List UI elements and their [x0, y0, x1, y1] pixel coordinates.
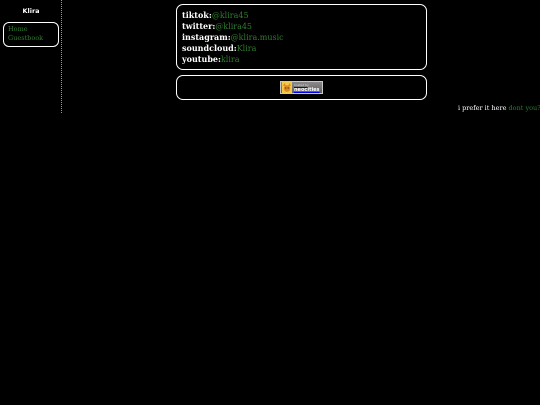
nav-menu: Home Guestbook	[3, 22, 59, 47]
footer-accent-text: dont you?	[508, 104, 540, 112]
social-label: instagram:	[182, 32, 231, 42]
social-row-tiktok: tiktok:@klira45	[182, 10, 426, 21]
social-link-tiktok[interactable]: @klira45	[212, 11, 249, 20]
social-label: soundcloud:	[182, 43, 237, 53]
social-row-instagram: instagram:@klira.music	[182, 32, 426, 43]
badge-panel: hosted by neocities	[176, 75, 427, 100]
social-label: youtube:	[182, 54, 221, 64]
site-title: Klira	[22, 7, 40, 15]
socials-panel: tiktok:@klira45 twitter:@klira45 instagr…	[176, 4, 427, 70]
social-label: twitter:	[182, 21, 216, 31]
badge-line2: neocities	[294, 86, 320, 93]
social-label: tiktok:	[182, 10, 212, 20]
social-link-soundcloud[interactable]: Klira	[237, 44, 257, 53]
sidebar: Klira Home Guestbook	[0, 0, 62, 113]
social-row-twitter: twitter:@klira45	[182, 21, 426, 32]
neocities-cat-icon	[282, 82, 292, 93]
neocities-badge-link[interactable]: hosted by neocities	[280, 81, 323, 94]
social-link-instagram[interactable]: @klira.music	[231, 33, 284, 42]
nav-link-guestbook[interactable]: Guestbook	[8, 34, 58, 43]
social-link-youtube[interactable]: klira	[221, 55, 240, 64]
social-link-twitter[interactable]: @klira45	[215, 22, 252, 31]
footer-note: i prefer it here dont you?	[458, 104, 540, 112]
nav-link-home[interactable]: Home	[8, 25, 58, 34]
footer-main-text: i prefer it here	[458, 104, 507, 112]
social-row-youtube: youtube:klira	[182, 54, 426, 65]
badge-text: hosted by neocities	[294, 83, 320, 93]
social-row-soundcloud: soundcloud:Klira	[182, 43, 426, 54]
